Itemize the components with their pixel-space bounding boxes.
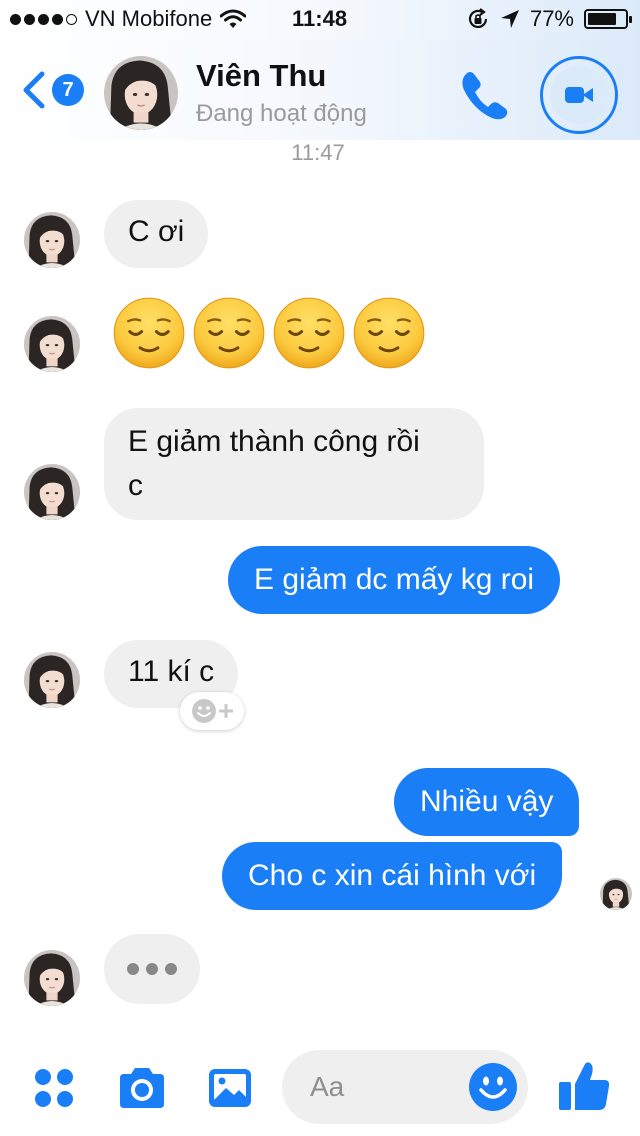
relieved-face-emoji-icon [352, 296, 426, 370]
message-input-placeholder: Aa [310, 1071, 345, 1102]
smiley-icon [192, 699, 216, 723]
apps-icon [35, 1069, 73, 1107]
photo-button[interactable] [200, 1058, 260, 1118]
battery-level [588, 13, 616, 25]
apps-button[interactable] [24, 1058, 84, 1118]
like-button[interactable] [552, 1054, 616, 1118]
contact-avatar[interactable] [104, 56, 178, 130]
video-call-inner [550, 66, 608, 124]
like-icon [559, 1062, 610, 1110]
video-camera-icon [565, 87, 593, 103]
battery-icon [584, 9, 632, 29]
status-right: 77% [466, 6, 632, 32]
battery-percent: 77% [529, 6, 574, 31]
sender-avatar [24, 652, 80, 708]
message-line: c [128, 469, 143, 502]
outgoing-message[interactable]: Nhiều vậy [394, 768, 580, 836]
contact-active-status: Đang hoạt động [196, 100, 367, 127]
carrier-info: VN Mobifone [10, 6, 247, 32]
message-line: E giảm thành công rồi [128, 425, 420, 458]
read-receipt-avatar [600, 878, 632, 910]
status-time: 11:48 [292, 6, 348, 31]
chevron-left-icon [23, 71, 45, 109]
video-call-button[interactable] [540, 56, 618, 134]
voice-call-button[interactable] [456, 68, 512, 120]
sender-avatar [24, 212, 80, 268]
location-icon [500, 10, 519, 28]
relieved-face-emoji-icon [192, 296, 266, 370]
outgoing-message[interactable]: Cho c xin cái hình với [222, 842, 563, 910]
back-button[interactable]: 7 [18, 70, 84, 110]
emoji-button[interactable] [468, 1062, 518, 1112]
plus-icon [219, 704, 233, 718]
outgoing-message[interactable]: E giảm dc mấy kg roi [228, 546, 561, 614]
message-input[interactable]: Aa [282, 1050, 528, 1124]
status-bar: VN Mobifone 11:48 77% [0, 0, 640, 40]
signal-strength-icon [10, 13, 77, 25]
phone-icon [462, 72, 508, 120]
sender-avatar [24, 950, 80, 1006]
contact-name[interactable]: Viên Thu [196, 58, 326, 94]
camera-icon [120, 1068, 164, 1108]
photo-icon [209, 1069, 251, 1107]
unread-count-badge: 7 [52, 74, 84, 106]
wifi-icon [220, 9, 247, 28]
relieved-face-emoji-icon [272, 296, 346, 370]
typing-indicator [104, 934, 200, 1004]
camera-button[interactable] [112, 1058, 172, 1118]
conversation-header: 7 Viên Thu Đang hoạt động [0, 40, 640, 140]
emoji-icon [469, 1063, 517, 1111]
carrier-name: VN Mobifone [85, 6, 213, 31]
incoming-message[interactable]: C ơi [104, 200, 209, 268]
message-timestamp: 11:47 [291, 140, 345, 165]
orientation-lock-icon [468, 8, 488, 28]
incoming-message[interactable]: E giảm thành công rồi c [104, 408, 484, 520]
relieved-face-emoji-icon [112, 296, 186, 370]
messenger-screen: VN Mobifone 11:48 77% 7 Viên Thu Đang ho… [0, 0, 640, 1136]
sender-avatar [24, 464, 80, 520]
sender-avatar [24, 316, 80, 372]
message-composer: Aa [0, 1044, 640, 1136]
add-reaction-button[interactable] [180, 692, 244, 730]
